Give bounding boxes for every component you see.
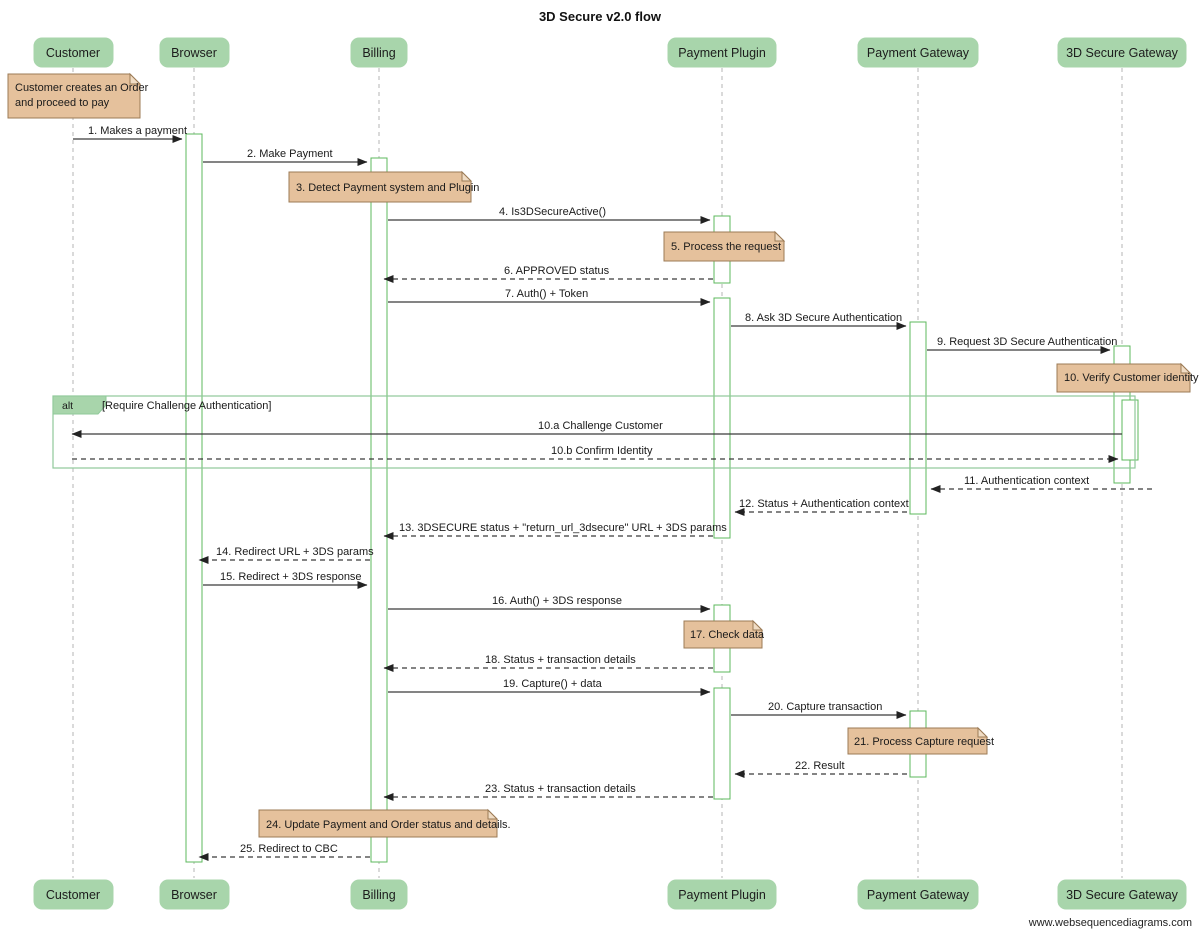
diagram-canvas: 3D Secure v2.0 flow alt [Require Challen… bbox=[7, 9, 1199, 929]
message-label-18: 18. Status + transaction details bbox=[485, 654, 636, 666]
message-label-16: 16. Auth() + 3DS response bbox=[492, 595, 622, 607]
actor-label-billing: Billing bbox=[362, 46, 395, 60]
message-label-10a: 10.a Challenge Customer bbox=[538, 420, 663, 432]
actor-customer-top[interactable]: Customer bbox=[33, 37, 114, 68]
message-label-2: 2. Make Payment bbox=[247, 148, 333, 160]
alt-operator-label: alt bbox=[62, 400, 73, 412]
alt-fragment: alt [Require Challenge Authentication] bbox=[52, 395, 1136, 469]
actor-label-browser: Browser bbox=[171, 888, 217, 902]
message-label-15: 15. Redirect + 3DS response bbox=[220, 571, 362, 583]
activation-gateway-1 bbox=[909, 321, 927, 515]
note-line: and proceed to pay bbox=[15, 97, 110, 109]
actor-payment-gateway-bottom[interactable]: Payment Gateway bbox=[857, 879, 979, 910]
actor-label-customer: Customer bbox=[46, 888, 100, 902]
actor-customer-bottom[interactable]: Customer bbox=[33, 879, 114, 910]
message-label-22: 22. Result bbox=[795, 760, 845, 772]
message-label-19: 19. Capture() + data bbox=[503, 678, 603, 690]
actor-headers-top: Customer Browser Billing Payment Plugin … bbox=[33, 37, 1187, 68]
note-line: 17. Check data bbox=[690, 629, 765, 641]
actor-headers-bottom: Customer Browser Billing Payment Plugin … bbox=[33, 879, 1187, 910]
note-verify-customer-identity: 10. Verify Customer identity bbox=[1056, 362, 1199, 393]
note-update-payment-order: 24. Update Payment and Order status and … bbox=[258, 808, 511, 838]
page-title: 3D Secure v2.0 flow bbox=[539, 9, 662, 24]
actor-payment-plugin-top[interactable]: Payment Plugin bbox=[667, 37, 777, 68]
watermark-link[interactable]: www.websequencediagrams.com bbox=[1028, 917, 1192, 929]
message-label-13: 13. 3DSECURE status + "return_url_3dsecu… bbox=[399, 522, 727, 534]
actor-label-payment-plugin: Payment Plugin bbox=[678, 888, 766, 902]
actor-label-3d-secure-gateway: 3D Secure Gateway bbox=[1066, 888, 1179, 902]
activation-billing bbox=[370, 157, 388, 863]
actor-browser-bottom[interactable]: Browser bbox=[159, 879, 230, 910]
message-label-20: 20. Capture transaction bbox=[768, 701, 882, 713]
activation-plugin-4 bbox=[713, 687, 731, 800]
message-label-23: 23. Status + transaction details bbox=[485, 783, 636, 795]
actor-label-customer: Customer bbox=[46, 46, 100, 60]
note-process-capture-request: 21. Process Capture request bbox=[847, 726, 994, 755]
actor-payment-gateway-top[interactable]: Payment Gateway bbox=[857, 37, 979, 68]
actor-label-payment-gateway: Payment Gateway bbox=[867, 888, 970, 902]
alt-guard-label: [Require Challenge Authentication] bbox=[102, 400, 271, 412]
alt-operator-tab bbox=[52, 395, 107, 415]
message-label-8: 8. Ask 3D Secure Authentication bbox=[745, 312, 902, 324]
message-label-11: 11. Authentication context bbox=[964, 475, 1089, 487]
actor-billing-top[interactable]: Billing bbox=[350, 37, 408, 68]
note-line: 5. Process the request bbox=[671, 241, 781, 253]
note-line: 21. Process Capture request bbox=[854, 736, 994, 748]
lifelines bbox=[72, 68, 1123, 878]
message-label-1: 1. Makes a payment bbox=[88, 125, 187, 137]
activation-bars bbox=[185, 133, 1139, 863]
message-label-4: 4. Is3DSecureActive() bbox=[499, 206, 606, 218]
note-line: 24. Update Payment and Order status and … bbox=[266, 819, 511, 831]
message-label-14: 14. Redirect URL + 3DS params bbox=[216, 546, 374, 558]
actor-billing-bottom[interactable]: Billing bbox=[350, 879, 408, 910]
activation-plugin-2 bbox=[713, 297, 731, 539]
actor-browser-top[interactable]: Browser bbox=[159, 37, 230, 68]
note-line: 3. Detect Payment system and Plugin bbox=[296, 182, 479, 194]
actor-3d-secure-gateway-bottom[interactable]: 3D Secure Gateway bbox=[1057, 879, 1187, 910]
actor-label-browser: Browser bbox=[171, 46, 217, 60]
note-process-request: 5. Process the request bbox=[663, 230, 786, 262]
actor-label-payment-gateway: Payment Gateway bbox=[867, 46, 970, 60]
actor-payment-plugin-bottom[interactable]: Payment Plugin bbox=[667, 879, 777, 910]
actor-3d-secure-gateway-top[interactable]: 3D Secure Gateway bbox=[1057, 37, 1187, 68]
message-label-10b: 10.b Confirm Identity bbox=[551, 445, 653, 457]
actor-label-3d-secure-gateway: 3D Secure Gateway bbox=[1066, 46, 1179, 60]
activation-browser bbox=[185, 133, 203, 863]
message-label-25: 25. Redirect to CBC bbox=[240, 843, 338, 855]
message-label-12: 12. Status + Authentication context bbox=[739, 498, 909, 510]
note-detect-payment-system: 3. Detect Payment system and Plugin bbox=[288, 170, 479, 203]
message-label-7: 7. Auth() + Token bbox=[505, 288, 588, 300]
actor-label-billing: Billing bbox=[362, 888, 395, 902]
note-customer-order: Customer creates an Order and proceed to… bbox=[7, 72, 149, 119]
message-label-9: 9. Request 3D Secure Authentication bbox=[937, 336, 1117, 348]
actor-label-payment-plugin: Payment Plugin bbox=[678, 46, 766, 60]
message-label-6: 6. APPROVED status bbox=[504, 265, 610, 277]
note-line: Customer creates an Order bbox=[15, 82, 149, 94]
note-line: 10. Verify Customer identity bbox=[1064, 372, 1199, 384]
note-check-data: 17. Check data bbox=[683, 619, 765, 649]
sequence-diagram: 3D Secure v2.0 flow alt [Require Challen… bbox=[0, 0, 1200, 935]
